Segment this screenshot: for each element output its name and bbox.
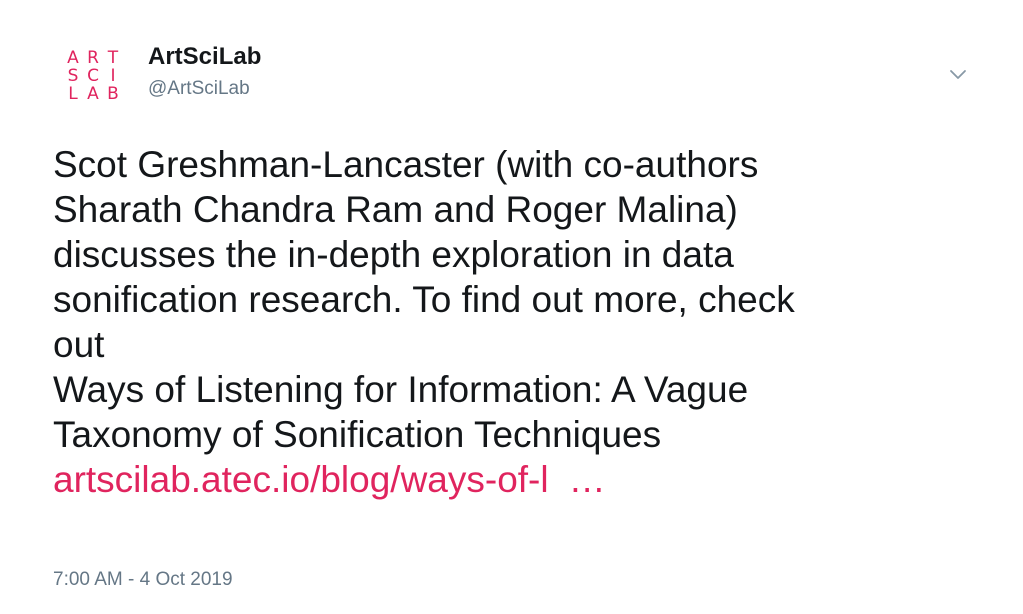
tweet-card: A R T S C I L A B ArtSciLab @ArtSciLab S… [0,0,1023,614]
avatar[interactable]: A R T S C I L A B [60,44,126,104]
tweet-link-ellipsis: … [568,459,606,500]
handle[interactable]: @ArtSciLab [148,76,261,102]
tweet-link-text: artscilab.atec.io/blog/ways-of-l [53,459,549,500]
avatar-letter: L [68,84,78,104]
display-name[interactable]: ArtSciLab [148,42,261,72]
tweet-text-line: Sharath Chandra Ram and Roger Malina) [53,189,738,230]
tweet-text-line: Taxonomy of Sonification Techniques [53,414,662,455]
tweet-text-line: discusses the in-depth exploration in da… [53,234,734,275]
tweet-timestamp[interactable]: 7:00 AM - 4 Oct 2019 [53,568,233,592]
chevron-down-icon-graphic [950,70,966,79]
tweet-text-line: sonification research. To find out more,… [53,279,795,320]
avatar-letter: A [87,84,99,104]
tweet-text-line: Scot Greshman-Lancaster (with co-authors [53,144,759,185]
tweet-header: A R T S C I L A B ArtSciLab @ArtSciLab [60,40,980,110]
tweet-text-line: Ways of Listening for Information: A Vag… [53,369,749,410]
author-block: ArtSciLab @ArtSciLab [148,42,261,102]
avatar-letter: B [107,84,119,104]
tweet-text-line: out [53,324,105,365]
tweet-text: Scot Greshman-Lancaster (with co-authors… [53,142,993,502]
tweet-link[interactable]: artscilab.atec.io/blog/ways-of-l … [53,457,993,502]
chevron-down-icon[interactable] [946,62,970,86]
